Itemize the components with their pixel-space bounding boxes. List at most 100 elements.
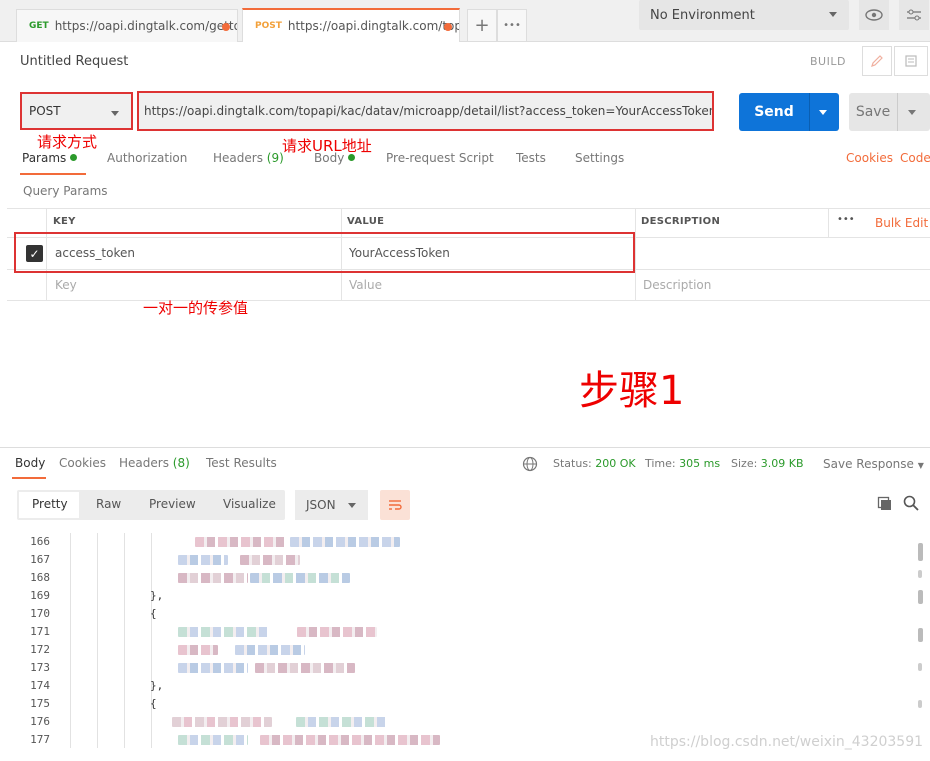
url-input[interactable]: https://oapi.dingtalk.com/topapi/kac/dat…: [137, 91, 714, 131]
tab-method: GET: [29, 21, 49, 31]
chevron-down-icon: [348, 503, 356, 508]
redacted-text: [178, 555, 228, 565]
format-select[interactable]: JSON: [295, 490, 368, 520]
column-header-description: DESCRIPTION: [641, 216, 721, 227]
eye-icon[interactable]: [859, 0, 889, 30]
chevron-down-icon: [111, 111, 119, 116]
redacted-text: [260, 735, 440, 745]
wrap-lines-icon[interactable]: [380, 490, 410, 520]
cookies-link[interactable]: Cookies: [846, 151, 893, 165]
table-divider: [635, 208, 636, 301]
tab-headers[interactable]: Headers (9): [213, 151, 284, 165]
redacted-text: [178, 627, 268, 637]
redacted-text: [297, 627, 377, 637]
search-icon[interactable]: [903, 495, 919, 514]
response-tab-body[interactable]: Body: [15, 456, 45, 470]
line-number: 175: [30, 697, 50, 710]
code-line: },: [150, 589, 164, 602]
save-divider: [897, 93, 898, 131]
highlight-box: [14, 232, 635, 273]
more-options-icon[interactable]: •••: [837, 214, 855, 225]
method-select[interactable]: POST: [20, 92, 133, 130]
new-key-input[interactable]: Key: [55, 278, 77, 292]
indent-guide: [124, 533, 125, 748]
response-tab-headers[interactable]: Headers (8): [119, 456, 190, 470]
new-description-input[interactable]: Description: [643, 278, 711, 292]
more-tabs-icon[interactable]: •••: [497, 9, 527, 42]
sliders-icon[interactable]: [899, 0, 929, 30]
response-tab-test-results[interactable]: Test Results: [206, 456, 277, 470]
redacted-text: [178, 663, 248, 673]
line-number: 169: [30, 589, 50, 602]
view-pretty[interactable]: Pretty: [32, 497, 68, 511]
code-line: {: [150, 697, 157, 710]
new-value-input[interactable]: Value: [349, 278, 382, 292]
redacted-text: [240, 555, 300, 565]
request-tab-get[interactable]: GET https://oapi.dingtalk.com/getto...: [16, 9, 238, 42]
line-number: 172: [30, 643, 50, 656]
line-number: 173: [30, 661, 50, 674]
tab-prerequest-script[interactable]: Pre-request Script: [386, 151, 494, 165]
chevron-down-icon[interactable]: [819, 109, 827, 115]
active-dot-icon: [348, 154, 356, 161]
chevron-down-icon[interactable]: [908, 109, 916, 115]
pencil-icon[interactable]: [862, 46, 892, 76]
bulk-edit-link[interactable]: Bulk Edit: [875, 216, 928, 230]
tab-authorization[interactable]: Authorization: [107, 151, 187, 165]
copy-icon[interactable]: [877, 496, 893, 515]
tab-params[interactable]: Params: [22, 151, 78, 165]
tab-tests[interactable]: Tests: [516, 151, 546, 165]
scrollbar-thumb[interactable]: [918, 543, 923, 561]
environment-select[interactable]: No Environment: [639, 0, 849, 30]
request-title[interactable]: Untitled Request: [20, 54, 128, 69]
response-tab-cookies[interactable]: Cookies: [59, 456, 106, 470]
table-divider: [828, 208, 829, 237]
view-visualize[interactable]: Visualize: [223, 497, 276, 511]
tab-body[interactable]: Body: [314, 151, 356, 165]
tab-url: https://oapi.dingtalk.com/getto...: [54, 19, 238, 33]
line-number: 166: [30, 535, 50, 548]
view-raw[interactable]: Raw: [96, 497, 121, 511]
query-params-title: Query Params: [23, 184, 108, 198]
chevron-down-icon: [829, 12, 837, 17]
line-number: 176: [30, 715, 50, 728]
table-border: [7, 208, 930, 209]
save-button[interactable]: Save: [849, 93, 930, 131]
line-number: 167: [30, 553, 50, 566]
time-value: 305 ms: [679, 457, 721, 470]
indent-guide: [70, 533, 71, 748]
annotation-method: 请求方式: [37, 133, 98, 151]
tab-settings[interactable]: Settings: [575, 151, 624, 165]
annotation-step: 步骤1: [579, 368, 685, 414]
redacted-text: [255, 663, 355, 673]
column-header-value: VALUE: [347, 216, 385, 227]
code-line: },: [150, 679, 164, 692]
docs-icon[interactable]: [894, 46, 928, 76]
environment-label: No Environment: [650, 7, 755, 23]
save-response-button[interactable]: Save Response ▼: [823, 457, 924, 471]
globe-icon[interactable]: [522, 456, 538, 475]
method-label: POST: [29, 104, 61, 118]
indent-guide: [97, 533, 98, 748]
line-number: 174: [30, 679, 50, 692]
send-button[interactable]: Send: [739, 93, 839, 131]
view-preview[interactable]: Preview: [149, 497, 196, 511]
redacted-text: [235, 645, 305, 655]
redacted-text: [178, 735, 248, 745]
redacted-text: [250, 573, 350, 583]
column-header-key: KEY: [53, 216, 76, 227]
response-divider: [0, 447, 930, 448]
send-divider: [809, 93, 810, 131]
unsaved-dot-icon: [444, 23, 452, 31]
code-line: {: [150, 607, 157, 620]
tab-underline: [12, 477, 46, 479]
status-value: 200 OK: [595, 457, 636, 470]
redacted-text: [290, 537, 400, 547]
code-link[interactable]: Code: [900, 151, 930, 165]
size-readout: Size: 3.09 KB: [731, 457, 804, 470]
new-tab-plus-icon[interactable]: +: [467, 9, 497, 42]
request-tab-post[interactable]: POST https://oapi.dingtalk.com/topa...: [242, 8, 460, 42]
save-label: Save: [855, 104, 891, 120]
line-number: 171: [30, 625, 50, 638]
line-number: 177: [30, 733, 50, 746]
